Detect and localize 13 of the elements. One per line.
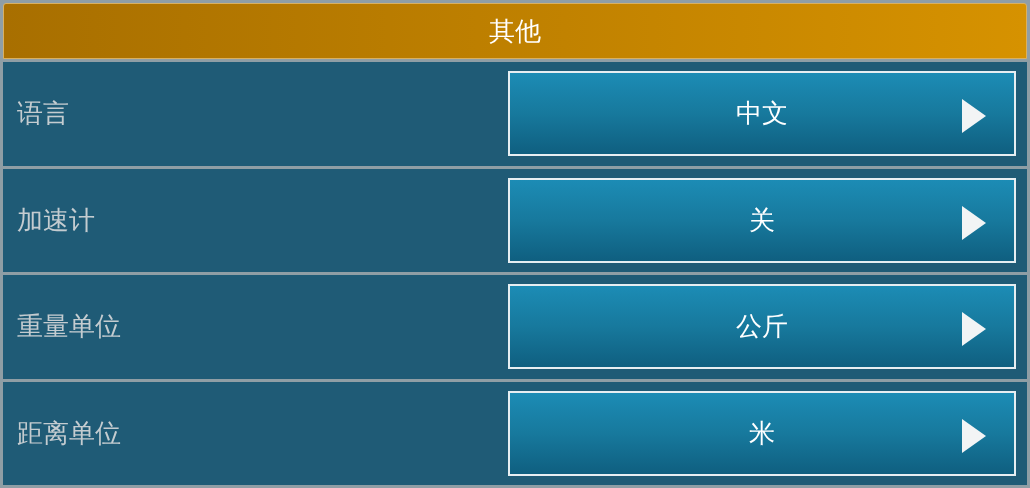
value-selector[interactable]: 关: [508, 177, 1016, 263]
right-triangle-icon: [962, 418, 986, 453]
value-selector[interactable]: 公斤: [508, 284, 1016, 370]
value-selector[interactable]: 米: [508, 390, 1016, 476]
setting-label: 语言: [17, 97, 70, 131]
setting-label: 重量单位: [17, 310, 122, 344]
header-title: 其他: [489, 14, 541, 48]
right-triangle-icon: [962, 312, 986, 347]
setting-label: 距离单位: [17, 416, 122, 450]
right-triangle-icon: [962, 205, 986, 240]
setting-label: 加速计: [17, 203, 96, 237]
value-selector[interactable]: 中文: [508, 71, 1016, 157]
right-triangle-icon: [962, 99, 986, 134]
